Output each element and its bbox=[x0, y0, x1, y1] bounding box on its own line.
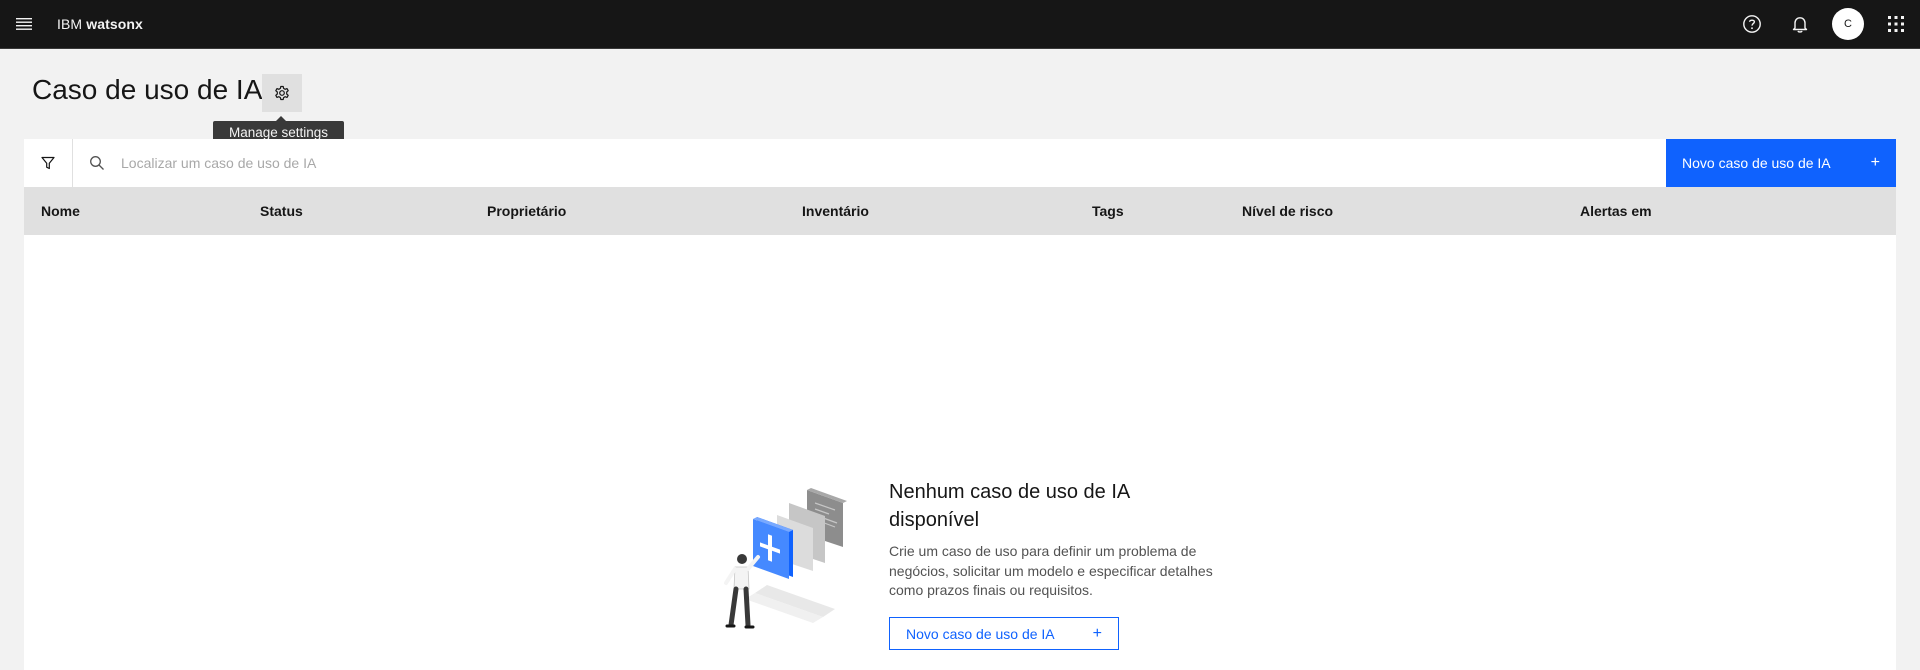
add-icon: + bbox=[1870, 154, 1880, 171]
search-icon bbox=[90, 156, 104, 170]
empty-state-button-label: Novo caso de uso de IA bbox=[906, 625, 1055, 642]
empty-state-new-use-case-button[interactable]: Novo caso de uso de IA + bbox=[889, 617, 1119, 650]
menu-button[interactable] bbox=[0, 0, 48, 48]
table-body bbox=[24, 235, 1896, 670]
filter-button[interactable] bbox=[24, 139, 73, 187]
add-icon: + bbox=[1092, 624, 1102, 642]
help-icon bbox=[1743, 15, 1761, 33]
manage-settings-button[interactable] bbox=[262, 74, 302, 112]
search-container bbox=[73, 139, 1666, 187]
column-header-status[interactable]: Status bbox=[260, 187, 303, 235]
notification-icon bbox=[1792, 17, 1808, 33]
brand-product: watsonx bbox=[86, 16, 143, 32]
empty-state-illustration bbox=[724, 488, 847, 629]
app-switcher-button[interactable] bbox=[1872, 0, 1920, 48]
page-title: Caso de uso de IA bbox=[32, 74, 263, 105]
app-switcher-icon bbox=[1888, 16, 1904, 32]
new-ai-use-case-button-label: Novo caso de uso de IA bbox=[1682, 155, 1831, 171]
column-header-nivel-de-risco[interactable]: Nível de risco bbox=[1242, 187, 1333, 235]
product-name[interactable]: IBM watsonx bbox=[57, 16, 143, 32]
column-header-proprietario[interactable]: Proprietário bbox=[487, 187, 566, 235]
column-header-inventario[interactable]: Inventário bbox=[802, 187, 869, 235]
header-actions: C bbox=[1728, 0, 1920, 48]
column-header-nome[interactable]: Nome bbox=[41, 187, 80, 235]
filter-icon bbox=[41, 156, 55, 170]
search-icon-wrapper bbox=[73, 155, 121, 171]
empty-state-description: Crie um caso de uso para definir um prob… bbox=[889, 543, 1213, 598]
column-header-tags[interactable]: Tags bbox=[1092, 187, 1124, 235]
empty-state-title: Nenhum caso de uso de IA disponível bbox=[889, 481, 1130, 531]
menu-icon bbox=[16, 18, 32, 30]
help-button[interactable] bbox=[1728, 0, 1776, 48]
table-toolbar: Novo caso de uso de IA + bbox=[24, 139, 1896, 187]
gear-icon bbox=[275, 85, 289, 101]
table-header: Nome Status Proprietário Inventário Tags… bbox=[24, 187, 1896, 235]
top-navigation-bar: IBM watsonx C bbox=[0, 0, 1920, 49]
brand-prefix: IBM bbox=[57, 16, 83, 32]
search-input[interactable] bbox=[121, 139, 1666, 187]
new-ai-use-case-button[interactable]: Novo caso de uso de IA + bbox=[1666, 139, 1896, 187]
user-profile-button[interactable]: C bbox=[1824, 0, 1872, 48]
notifications-button[interactable] bbox=[1776, 0, 1824, 48]
column-header-alertas-em[interactable]: Alertas em bbox=[1580, 187, 1652, 235]
avatar: C bbox=[1832, 8, 1864, 40]
